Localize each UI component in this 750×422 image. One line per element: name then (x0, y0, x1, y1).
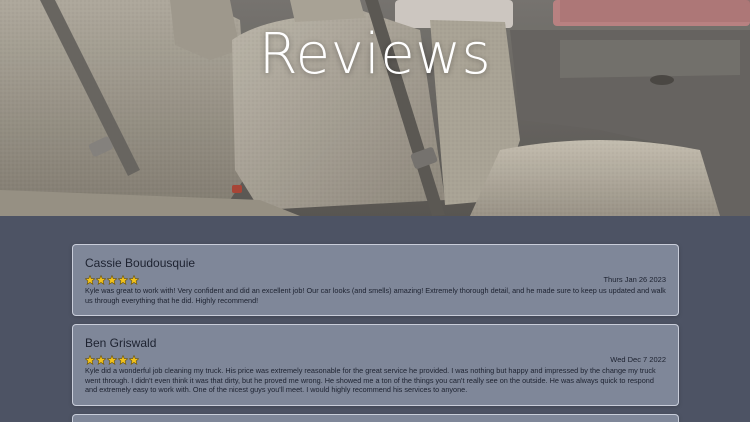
star-icon (85, 275, 95, 285)
star-icon (96, 355, 106, 365)
reviewer-name: Ben Griswald (85, 336, 157, 350)
star-icon (107, 355, 117, 365)
reviews-page: Reviews Cassie Boudousquie Thurs Jan 26 … (0, 0, 750, 422)
review-meta: Thurs Jan 26 2023 (85, 275, 666, 286)
review-text: Kyle was great to work with! Very confid… (85, 286, 666, 305)
review-date: Thurs Jan 26 2023 (603, 275, 666, 284)
review-text: Kyle did a wonderful job cleaning my tru… (85, 366, 656, 394)
star-icon (107, 275, 117, 285)
review-date: Wed Dec 7 2022 (610, 355, 666, 364)
reviewer-name: Cassie Boudousquie (85, 256, 196, 270)
star-icon (129, 355, 139, 365)
star-rating (85, 275, 139, 285)
hero-banner: Reviews (0, 0, 750, 216)
star-icon (85, 355, 95, 365)
reviews-list: Cassie Boudousquie Thurs Jan 26 2023 Kyl… (72, 244, 679, 422)
star-icon (96, 275, 106, 285)
star-icon (118, 275, 128, 285)
star-icon (118, 355, 128, 365)
review-card-partial (72, 413, 679, 422)
review-meta: Wed Dec 7 2022 (85, 355, 666, 366)
star-rating (85, 355, 139, 365)
review-card: Ben Griswald Wed Dec 7 2022 Kyle did a w… (72, 324, 679, 406)
page-title: Reviews (258, 22, 492, 87)
star-icon (129, 275, 139, 285)
review-card: Cassie Boudousquie Thurs Jan 26 2023 Kyl… (72, 244, 679, 316)
